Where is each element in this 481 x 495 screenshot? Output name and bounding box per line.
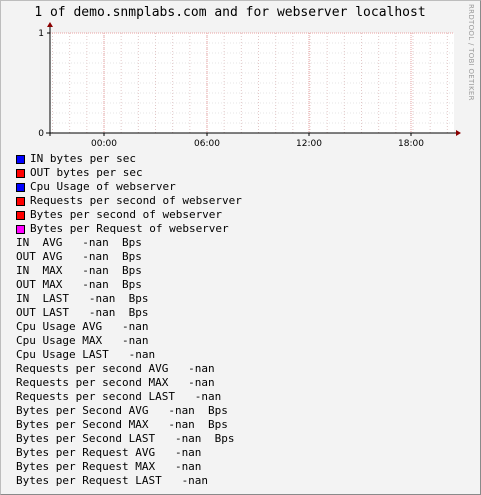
legend-swatch xyxy=(16,210,25,220)
y-tick-label: 1 xyxy=(38,29,44,39)
x-tick-label: 12:00 xyxy=(296,139,322,149)
stat-line: Bytes per Request MAX -nan xyxy=(16,460,202,473)
legend-item: Bytes per second of webserver xyxy=(16,208,242,222)
legend-label: OUT bytes per sec xyxy=(30,166,143,179)
legend-swatch xyxy=(16,154,25,164)
stat-line: OUT LAST -nan Bps xyxy=(16,306,149,319)
x-tick-label: 18:00 xyxy=(398,139,424,149)
stat-line: Bytes per Second AVG -nan Bps xyxy=(16,404,228,417)
legend-swatch xyxy=(16,196,25,206)
stat-line: IN AVG -nan Bps xyxy=(16,236,142,249)
stat-line: IN LAST -nan Bps xyxy=(16,292,149,305)
y-axis-arrow xyxy=(47,22,53,27)
stat-line: OUT MAX -nan Bps xyxy=(16,278,142,291)
legend-swatch xyxy=(16,168,25,178)
stats-block: IN AVG -nan Bps OUT AVG -nan Bps IN MAX -n… xyxy=(16,236,235,488)
y-tick-label: 0 xyxy=(38,129,44,139)
legend-label: Bytes per second of webserver xyxy=(30,208,223,221)
stat-line: Requests per second AVG -nan xyxy=(16,362,215,375)
x-axis-arrow xyxy=(456,130,461,136)
legend-label: Cpu Usage of webserver xyxy=(30,180,176,193)
legend-item: OUT bytes per sec xyxy=(16,166,242,180)
stat-line: OUT AVG -nan Bps xyxy=(16,250,142,263)
legend-item: IN bytes per sec xyxy=(16,152,242,166)
legend-swatch xyxy=(16,224,25,234)
legend-item: Cpu Usage of webserver xyxy=(16,180,242,194)
stat-line: Bytes per Second MAX -nan Bps xyxy=(16,418,228,431)
legend: IN bytes per sec OUT bytes per sec Cpu Usa… xyxy=(16,152,242,236)
stat-line: IN MAX -nan Bps xyxy=(16,264,142,277)
legend-label: Requests per second of webserver xyxy=(30,194,242,207)
x-tick-label: 06:00 xyxy=(194,139,220,149)
legend-item: Requests per second of webserver xyxy=(16,194,242,208)
legend-item: Bytes per Request of webserver xyxy=(16,222,242,236)
stat-line: Bytes per Request LAST -nan xyxy=(16,474,209,487)
stat-line: Bytes per Request AVG -nan xyxy=(16,446,202,459)
grid xyxy=(50,32,454,133)
legend-swatch xyxy=(16,182,25,192)
legend-label: IN bytes per sec xyxy=(30,152,136,165)
stat-line: Cpu Usage MAX -nan xyxy=(16,334,149,347)
stat-line: Bytes per Second LAST -nan Bps xyxy=(16,432,235,445)
stat-line: Requests per second LAST -nan xyxy=(16,390,222,403)
stat-line: Cpu Usage LAST -nan xyxy=(16,348,156,361)
stat-line: Requests per second MAX -nan xyxy=(16,376,215,389)
legend-label: Bytes per Request of webserver xyxy=(30,222,229,235)
x-tick-label: 00:00 xyxy=(91,139,117,149)
stat-line: Cpu Usage AVG -nan xyxy=(16,320,149,333)
